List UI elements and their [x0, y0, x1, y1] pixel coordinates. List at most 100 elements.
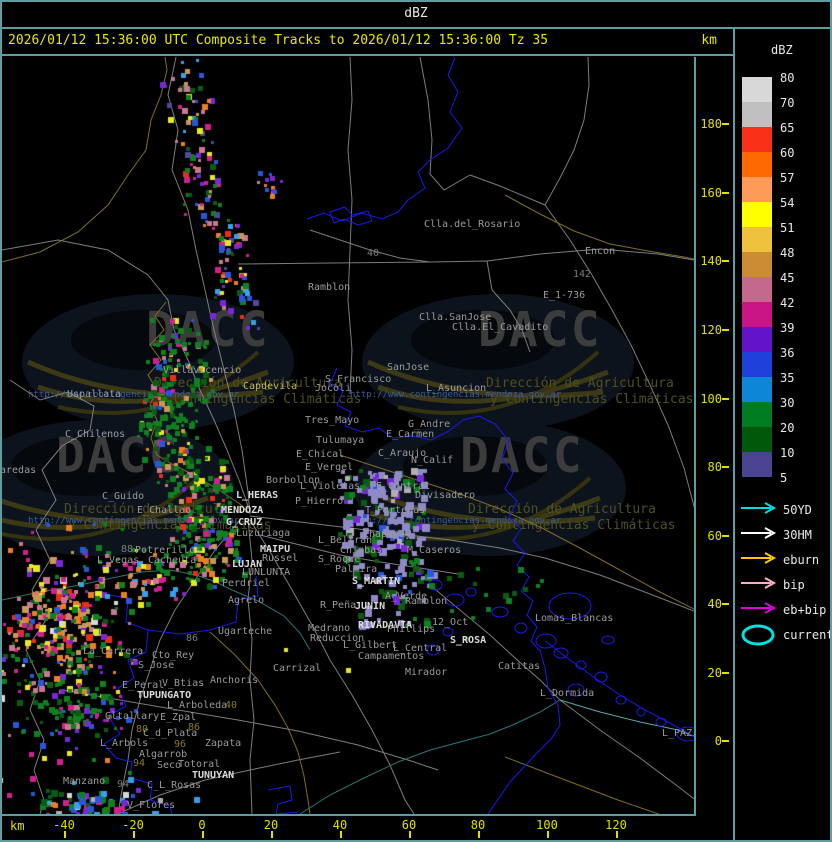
map-label: L_Gilbert [343, 640, 398, 651]
right-axis-unit-label: km [701, 33, 717, 48]
bottom-axis-tick-mark [616, 831, 618, 838]
map-label: Ugarteche [218, 626, 273, 637]
bottom-axis-tick-label: 60 [401, 818, 417, 832]
legend-item-eb-bip: eb+bip [739, 600, 832, 622]
map-labels-layer: Clla.del_Rosario Encon 142 E_1-736 Ramblon 40… [2, 57, 694, 814]
dbz-swatch [742, 252, 772, 277]
map-label: Ramblon [308, 282, 351, 293]
dbz-swatch [742, 277, 772, 302]
map-label: Divisadero [415, 490, 476, 501]
dbz-swatch [742, 77, 772, 102]
map-label: L_Arbols [100, 738, 149, 749]
dbz-swatch [742, 227, 772, 252]
map-label: Zapata [205, 738, 242, 749]
right-axis-tick-mark [722, 603, 729, 605]
map-label: L_PAZ [662, 728, 693, 739]
map-label: SanJose [387, 362, 430, 373]
dbz-scale-label: 51 [780, 221, 795, 235]
map-label: MENDOZA [221, 505, 264, 516]
bottom-axis-tick-mark [133, 831, 135, 838]
map-label: S_Jose [138, 660, 175, 671]
legend-label: eb+bip [783, 603, 827, 617]
dbz-scale-label: 48 [780, 246, 795, 260]
map-label: 94 [117, 779, 130, 790]
map-label: Cacheuta [148, 555, 197, 566]
right-axis-tick-label: 60 [707, 529, 722, 543]
map-label: M_Caseros [407, 545, 462, 556]
map-label: Palmira [335, 564, 378, 575]
dbz-scale-label: 10 [780, 446, 795, 460]
timestamp-text: 2026/01/12 15:36:00 UTC Composite Tracks… [8, 33, 549, 48]
bottom-axis-tick-mark [340, 831, 342, 838]
map-label: Anchoris [210, 675, 259, 686]
map-label: LUNLUNTA [242, 567, 291, 578]
dbz-scale-label: 30 [780, 396, 795, 410]
dbz-swatch [742, 152, 772, 177]
bottom-axis-tick-label: 20 [263, 818, 279, 832]
map-label: 86 [186, 633, 199, 644]
map-label: Russel [262, 553, 299, 564]
dbz-scale-label: 20 [780, 421, 795, 435]
map-label: S_ROSA [450, 635, 487, 646]
map-label: L_Asuncion [426, 383, 487, 394]
legend-item-current: current [739, 624, 832, 647]
map-label: N_Calif [411, 455, 454, 466]
map-label: 88 [121, 544, 134, 555]
legend-label: current [783, 628, 832, 642]
right-axis-tick-label: 80 [707, 460, 722, 474]
dbz-swatch [742, 452, 772, 477]
map-label: JUNIN [355, 601, 386, 612]
map-label: Phillips [387, 624, 436, 635]
map-label: 40 [367, 248, 380, 259]
bottom-axis-tick-mark [64, 831, 66, 838]
dbz-scale-label: 80 [780, 71, 795, 85]
bottom-axis-tick-mark [547, 831, 549, 838]
map-label: Agrelo [228, 595, 265, 606]
map-area[interactable]: DACCDirección de Agriculturay Contingenc… [2, 57, 696, 816]
map-label: E_Chical [296, 449, 345, 460]
map-label: Gltallary [105, 711, 160, 722]
map-label: C_Chilenos [65, 429, 126, 440]
map-label: Clla.del_Rosario [424, 219, 521, 230]
header-bar: 2026/01/12 15:36:00 UTC Composite Tracks… [2, 29, 733, 56]
dbz-scale-label: 39 [780, 321, 795, 335]
right-axis-tick-mark [722, 123, 729, 125]
map-label: Ramblon [405, 596, 448, 607]
map-label: La_Carrera [83, 646, 144, 657]
map-label: 94 [133, 758, 146, 769]
map-label: R_Peña [320, 600, 357, 611]
right-axis-tick-mark [722, 535, 729, 537]
right-axis-tick-label: 120 [700, 323, 722, 337]
map-label: L_HERAS [236, 490, 279, 501]
map-label: 12_Oct [432, 617, 469, 628]
bip-arrow-icon [741, 577, 777, 589]
dbz-scale-label: 36 [780, 346, 795, 360]
bottom-axis-tick-label: 40 [332, 818, 348, 832]
right-axis-tick-label: 100 [700, 392, 722, 406]
map-label: E_Carmen [386, 429, 435, 440]
right-axis-tick-mark [722, 672, 729, 674]
map-label: Catitas [498, 661, 541, 672]
right-axis-tick-label: 40 [707, 597, 722, 611]
bottom-axis-tick-label: -20 [122, 818, 144, 832]
legend-item-30hm: 30HM [739, 525, 832, 547]
map-label: Jocoli [315, 383, 352, 394]
legend-item-eburn: eburn [739, 550, 832, 572]
right-axis-tick-label: 20 [707, 666, 722, 680]
map-label: Mirador [405, 667, 448, 678]
page-title: dBZ [404, 6, 428, 21]
dbz-swatch [742, 427, 772, 452]
dbz-swatch [742, 202, 772, 227]
legend-label: eburn [783, 553, 820, 567]
right-axis-tick-label: 180 [700, 117, 722, 131]
map-label: V_Flores [127, 800, 176, 811]
map-label: Carrizal [273, 663, 322, 674]
dbz-swatch [742, 327, 772, 352]
bottom-axis-tick-mark [202, 831, 204, 838]
map-label: E_1-736 [543, 290, 586, 301]
dbz-scale-label: 42 [780, 296, 795, 310]
right-axis-tick-label: 0 [714, 734, 722, 748]
legend-label: bip [783, 578, 805, 592]
scale-title: dBZ [771, 43, 793, 57]
dbz-scale-label: 65 [780, 121, 795, 135]
